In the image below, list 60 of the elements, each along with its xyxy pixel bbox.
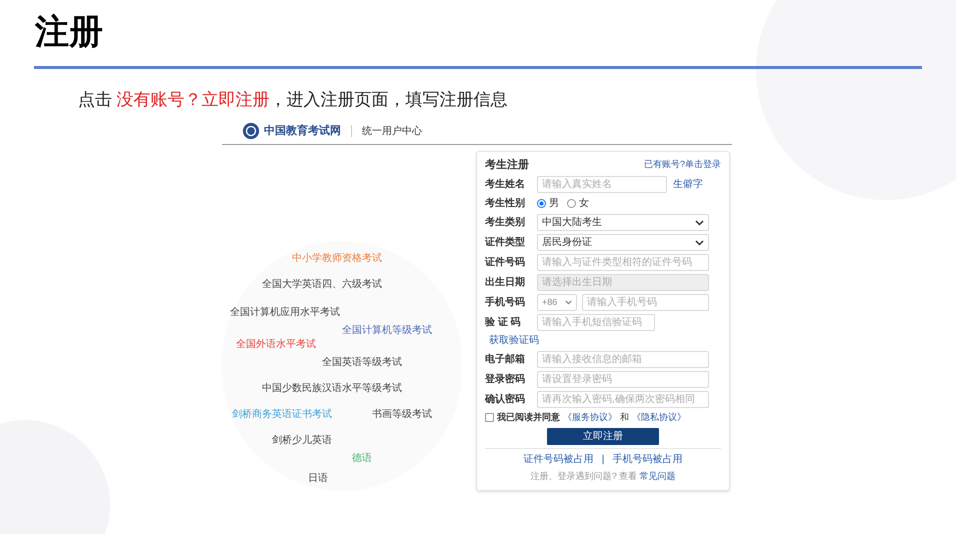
chevron-down-icon xyxy=(565,300,572,305)
field-label: 考生类别 xyxy=(485,216,526,230)
input-field[interactable]: 请输入与证件类型相符的证件号码 xyxy=(537,254,709,271)
link-separator: | xyxy=(602,452,604,466)
exam-name-label: 全国英语等级考试 xyxy=(322,356,402,370)
exam-name-label: 书画等级考试 xyxy=(372,408,432,422)
exam-name-label: 全国计算机等级考试 xyxy=(342,324,432,338)
exam-name-label: 中小学教师资格考试 xyxy=(292,252,382,266)
field-label: 登录密码 xyxy=(485,372,526,387)
field-label: 电子邮箱 xyxy=(485,352,526,367)
field-label: 考生姓名 xyxy=(485,178,526,192)
faq-link[interactable]: 常见问题 xyxy=(639,470,676,483)
card-title: 考生注册 xyxy=(485,158,529,172)
exam-name-label: 剑桥少儿英语 xyxy=(272,434,332,448)
country-code-select[interactable]: +86 xyxy=(537,294,577,311)
field-label: 证件类型 xyxy=(485,236,526,250)
service-agreement-link[interactable]: 《服务协议》 xyxy=(563,411,617,424)
field-label: 出生日期 xyxy=(485,276,526,290)
input-field[interactable]: 请再次输入密码,确保两次密码相同 xyxy=(537,391,709,408)
field-label: 手机号码 xyxy=(485,296,526,310)
input-field[interactable]: 请输入手机短信验证码 xyxy=(537,314,655,331)
radio-button[interactable] xyxy=(537,199,546,208)
input-field[interactable]: 请输入真实姓名 xyxy=(537,176,667,193)
radio-button[interactable] xyxy=(567,199,576,208)
exam-name-label: 全国计算机应用水平考试 xyxy=(230,306,340,320)
exam-name-label: 中国少数民族汉语水平等级考试 xyxy=(262,382,402,396)
exam-name-label: 剑桥商务英语证书考试 xyxy=(232,408,332,422)
agreement-text: 我已阅读并同意 xyxy=(497,411,560,424)
input-field[interactable]: 请输入手机号码 xyxy=(582,294,709,311)
exam-name-label: 全国外语水平考试 xyxy=(236,338,316,352)
phone-occupied-link[interactable]: 手机号码被占用 xyxy=(612,452,682,466)
radio-label: 女 xyxy=(579,197,589,211)
site-logo-text: 中国教育考试网 xyxy=(264,123,341,139)
slide-title: 注册 xyxy=(35,12,104,53)
privacy-agreement-link[interactable]: 《隐私协议》 xyxy=(632,411,686,424)
radio-label: 男 xyxy=(549,197,559,211)
id-occupied-link[interactable]: 证件号码被占用 xyxy=(524,452,594,466)
field-label: 证件号码 xyxy=(485,256,526,270)
agreement-checkbox[interactable] xyxy=(485,413,494,422)
emblem-icon xyxy=(242,122,260,140)
chevron-down-icon xyxy=(695,220,704,226)
input-field[interactable]: 请设置登录密码 xyxy=(537,371,709,388)
get-code-link[interactable]: 获取验证码 xyxy=(489,333,539,348)
exam-name-label: 德语 xyxy=(352,452,372,466)
field-label: 验 证 码 xyxy=(485,316,522,330)
header-title: 统一用户中心 xyxy=(362,124,422,138)
field-label: 确认密码 xyxy=(485,392,526,407)
select-field[interactable]: 居民身份证 xyxy=(537,234,709,251)
rare-character-link[interactable]: 生僻字 xyxy=(673,177,703,192)
login-link[interactable]: 已有账号?单击登录 xyxy=(644,158,721,172)
agreement-joiner: 和 xyxy=(620,411,629,424)
register-button[interactable]: 立即注册 xyxy=(547,428,659,444)
help-text: 注册、登录遇到问题? 查看 xyxy=(530,470,638,482)
select-field[interactable]: 中国大陆考生 xyxy=(537,214,709,231)
input-field[interactable]: 请输入接收信息的邮箱 xyxy=(537,351,709,368)
exam-name-label: 日语 xyxy=(308,472,328,486)
chevron-down-icon xyxy=(695,240,704,246)
exam-name-label: 全国大学英语四、六级考试 xyxy=(262,278,382,292)
instruction-text: 点击 没有账号？立即注册，进入注册页面，填写注册信息 xyxy=(78,89,509,111)
field-label: 考生性别 xyxy=(485,196,526,211)
